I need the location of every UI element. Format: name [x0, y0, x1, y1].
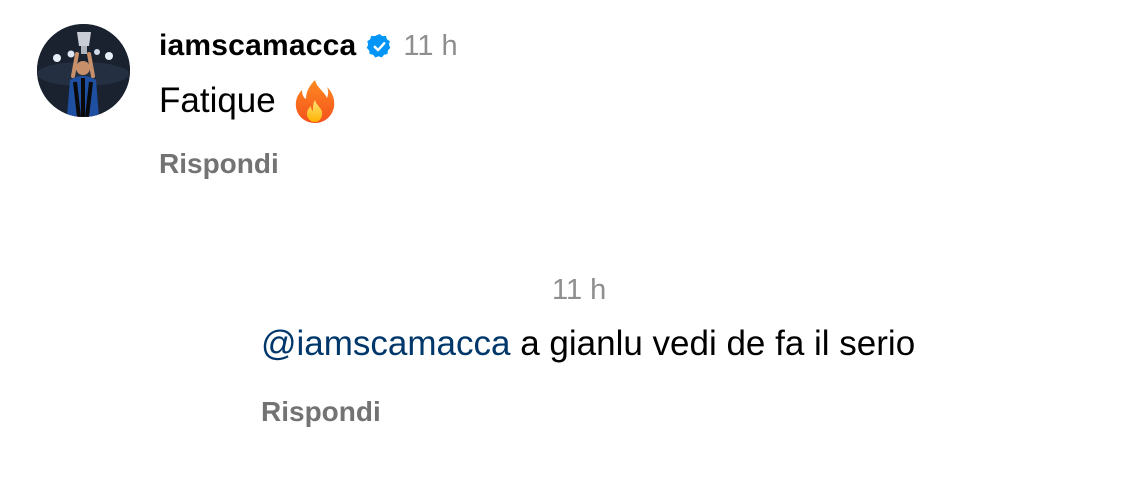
verified-badge-icon: [366, 33, 393, 60]
avatar[interactable]: [37, 24, 130, 117]
reply-timestamp: 11 h: [552, 274, 607, 306]
reply-body: @iamscamacca a gianlu vedi de fa il seri…: [261, 324, 915, 364]
comment-header: iamscamacca 11 h: [159, 28, 458, 64]
avatar-photo: [37, 24, 130, 117]
reply-text: a gianlu vedi de fa il serio: [510, 324, 916, 363]
fire-emoji-icon: [294, 78, 336, 124]
comment-username[interactable]: iamscamacca: [159, 29, 356, 63]
comment-timestamp: 11 h: [403, 29, 458, 62]
comment-body: Fatique: [159, 78, 336, 124]
reply-button[interactable]: Rispondi: [261, 396, 381, 428]
reply-username-redacted: [228, 282, 538, 306]
comment-text: Fatique: [159, 81, 276, 120]
comment-thread: iamscamacca 11 h Fatique Rispondi 11 h @…: [0, 0, 1133, 488]
reply-button[interactable]: Rispondi: [159, 148, 279, 180]
mention-link[interactable]: @iamscamacca: [261, 324, 510, 363]
